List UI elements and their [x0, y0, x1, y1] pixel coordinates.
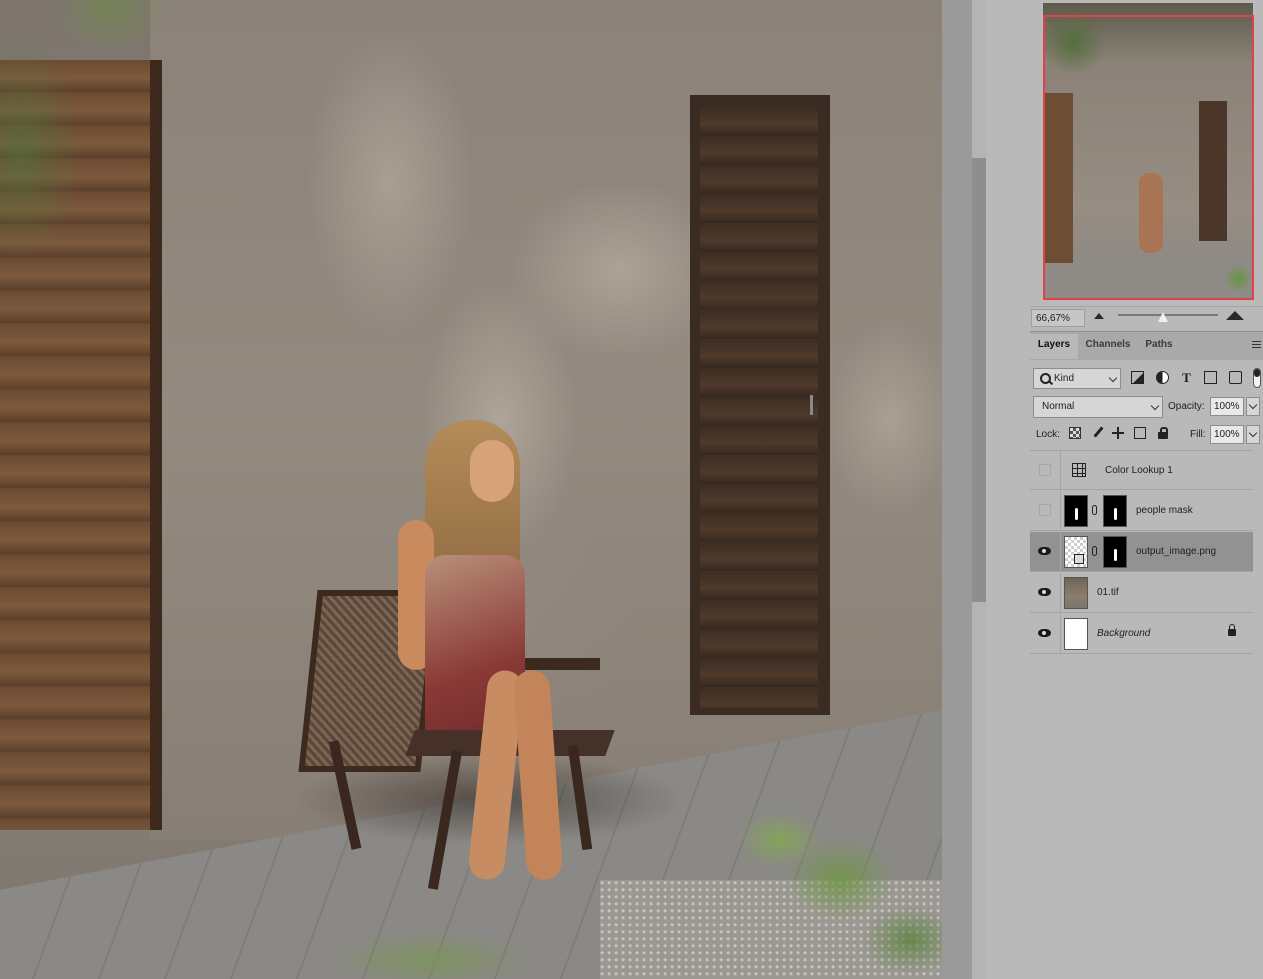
layer-name: Background — [1097, 628, 1151, 639]
layer-thumbnail[interactable] — [1064, 618, 1088, 650]
person-face — [470, 440, 514, 502]
layer-name: Color Lookup 1 — [1105, 465, 1173, 476]
lock-position-icon[interactable] — [1112, 427, 1124, 439]
visibility-toggle[interactable] — [1039, 464, 1051, 476]
layers-list-empty-area[interactable] — [1030, 655, 1263, 979]
layer-mask-thumbnail[interactable] — [1103, 536, 1127, 568]
plant — [280, 920, 580, 979]
layer-row-background[interactable]: Background — [1030, 614, 1253, 654]
layer-thumbnail[interactable] — [1064, 495, 1088, 527]
divider — [1060, 614, 1061, 654]
navigator-view-box[interactable] — [1043, 15, 1254, 300]
fill-input[interactable]: 100% — [1210, 425, 1244, 444]
link-icon[interactable] — [1092, 505, 1097, 515]
lock-all-icon[interactable] — [1157, 427, 1169, 439]
fill-label: Fill: — [1190, 429, 1206, 440]
eye-icon[interactable] — [1038, 588, 1051, 596]
divider — [1060, 532, 1061, 572]
divider — [1060, 491, 1061, 531]
document-canvas[interactable] — [0, 0, 942, 979]
pixel-filter-icon[interactable] — [1131, 371, 1144, 384]
tab-channels[interactable]: Channels — [1080, 334, 1136, 359]
shape-filter-icon[interactable] — [1204, 371, 1217, 384]
lock-transparent-pixels-icon[interactable] — [1069, 427, 1081, 439]
plant — [740, 800, 942, 979]
smart-object-icon — [1074, 554, 1084, 564]
filter-toggle[interactable] — [1253, 368, 1261, 388]
door-handle — [810, 395, 813, 415]
lock-image-pixels-icon[interactable] — [1092, 427, 1104, 439]
layer-name: 01.tif — [1097, 587, 1119, 598]
zoom-out-icon[interactable] — [1094, 313, 1104, 319]
canvas-pasteboard — [942, 0, 972, 979]
layer-thumbnail[interactable] — [1064, 577, 1088, 609]
zoom-level-field[interactable]: 66,67% — [1031, 309, 1085, 327]
layer-row-01-tif[interactable]: 01.tif — [1030, 573, 1253, 613]
zoom-slider-thumb[interactable] — [1158, 312, 1168, 322]
lock-label: Lock: — [1036, 429, 1060, 440]
divider — [1060, 573, 1061, 613]
right-wooden-door — [700, 108, 818, 708]
divider — [1060, 451, 1061, 491]
opacity-input[interactable]: 100% — [1210, 397, 1244, 416]
smart-object-filter-icon[interactable] — [1229, 371, 1242, 384]
layer-row-people-mask[interactable]: people mask — [1030, 491, 1253, 531]
tab-layers[interactable]: Layers — [1030, 334, 1078, 359]
eye-icon[interactable] — [1038, 547, 1051, 555]
layer-row-output-image[interactable]: output_image.png — [1030, 532, 1253, 572]
lock-artboard-icon[interactable] — [1134, 427, 1146, 439]
blend-mode-select[interactable]: Normal — [1033, 396, 1163, 418]
adjustment-filter-icon[interactable] — [1156, 371, 1169, 384]
vertical-scrollbar-thumb[interactable] — [972, 158, 986, 602]
foliage — [0, 0, 180, 350]
search-icon — [1040, 373, 1051, 384]
visibility-toggle[interactable] — [1039, 504, 1051, 516]
eye-icon[interactable] — [1038, 629, 1051, 637]
opacity-label: Opacity: — [1168, 401, 1205, 412]
layer-name: people mask — [1136, 505, 1193, 516]
layer-name: output_image.png — [1136, 546, 1217, 557]
panel-menu-icon[interactable] — [1252, 341, 1261, 348]
panel-dock-gap — [986, 0, 1030, 979]
tab-paths[interactable]: Paths — [1138, 334, 1180, 359]
zoom-slider[interactable] — [1118, 314, 1218, 316]
layer-row-color-lookup[interactable]: Color Lookup 1 — [1030, 450, 1253, 491]
zoom-in-icon[interactable] — [1226, 311, 1244, 320]
layer-mask-thumbnail[interactable] — [1103, 495, 1127, 527]
type-filter-icon[interactable]: T — [1180, 371, 1193, 384]
lock-icon — [1228, 624, 1236, 636]
color-lookup-icon — [1072, 463, 1086, 477]
link-icon[interactable] — [1092, 546, 1097, 556]
